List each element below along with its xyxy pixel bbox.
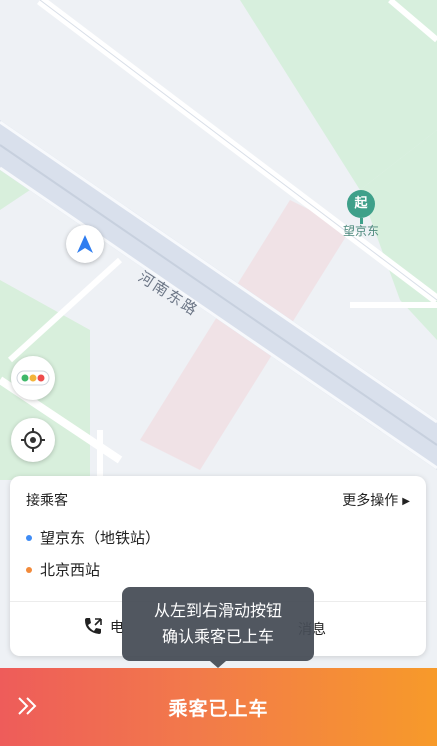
crosshair-icon bbox=[21, 428, 45, 452]
tooltip-line-1: 从左到右滑动按钮 bbox=[153, 601, 282, 620]
pickup-poi-marker[interactable]: 起 望京东 bbox=[336, 190, 386, 239]
card-title: 接乘客 bbox=[26, 493, 68, 509]
pickup-pin-icon: 起 bbox=[347, 190, 375, 218]
phone-icon bbox=[85, 618, 102, 634]
more-actions-label: 更多操作 bbox=[342, 493, 399, 509]
slide-hint-tooltip: 从左到右滑动按钮 确认乘客已上车 bbox=[122, 587, 314, 668]
more-actions-button[interactable]: 更多操作 ▶ bbox=[342, 490, 410, 510]
pickup-location-label: 望京东（地铁站） bbox=[40, 529, 161, 547]
pickup-location: 望京东（地铁站） bbox=[26, 527, 160, 548]
pickup-dot-icon bbox=[26, 534, 32, 541]
tooltip-line-2: 确认乘客已上车 bbox=[161, 627, 274, 646]
slider-label: 乘客已上车 bbox=[168, 698, 269, 720]
dropoff-dot-icon bbox=[26, 566, 32, 573]
current-location-arrow-icon bbox=[66, 225, 104, 263]
call-passenger-button[interactable]: 电 bbox=[82, 617, 124, 637]
triangle-right-icon: ▶ bbox=[402, 496, 410, 507]
dropoff-location: 北京西站 bbox=[26, 559, 100, 580]
poi-label: 望京东 bbox=[342, 224, 379, 238]
tooltip-tail bbox=[210, 661, 226, 668]
traffic-light-icon bbox=[16, 370, 50, 386]
locate-me-button[interactable] bbox=[11, 418, 55, 462]
passenger-boarded-slider[interactable]: 乘客已上车 bbox=[0, 668, 437, 746]
dropoff-location-label: 北京西站 bbox=[40, 561, 101, 579]
traffic-toggle-button[interactable] bbox=[11, 356, 55, 400]
